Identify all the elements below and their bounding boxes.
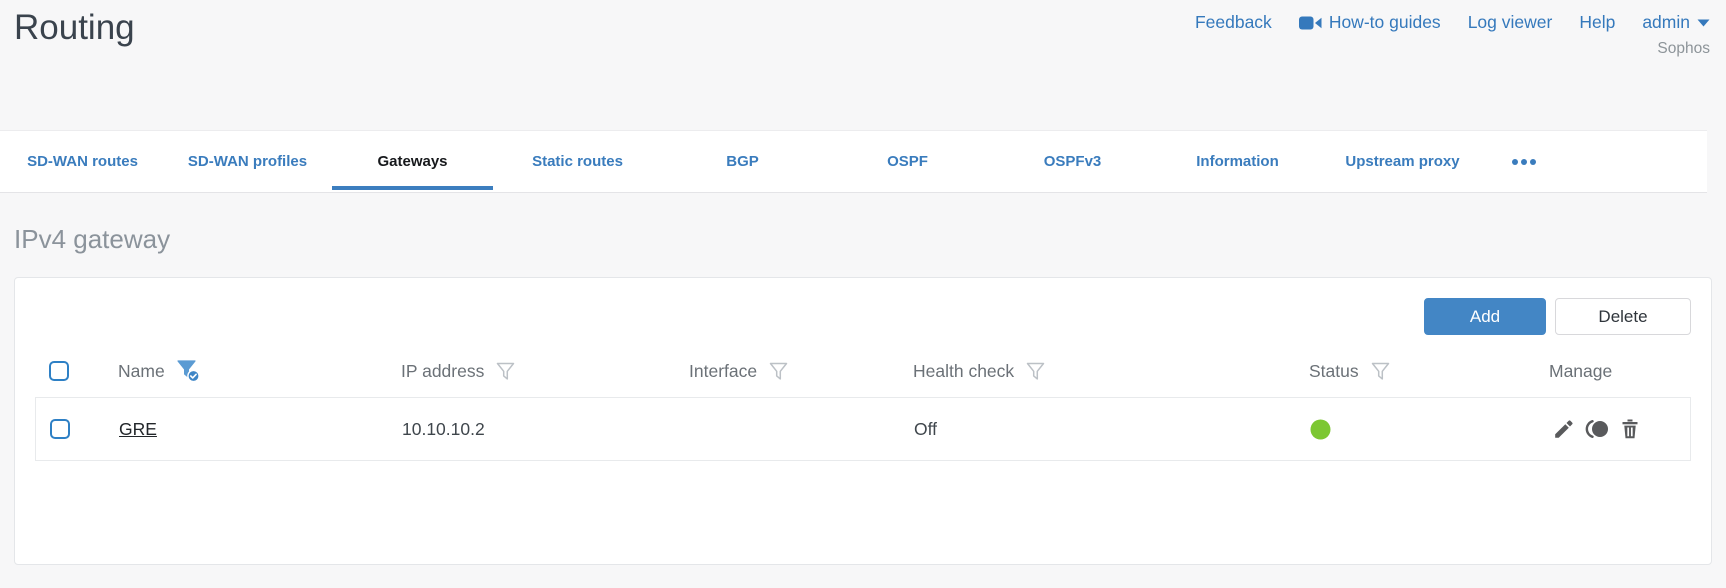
column-header-status: Status: [1299, 361, 1539, 382]
delete-icon[interactable]: [1616, 416, 1643, 443]
filter-icon[interactable]: [495, 361, 516, 382]
tab-gateways[interactable]: Gateways: [330, 131, 495, 192]
tab-bar: SD-WAN routes SD-WAN profiles Gateways S…: [0, 130, 1707, 193]
table-header-row: Name IP address Interface Health check S…: [35, 345, 1691, 397]
row-checkbox[interactable]: [50, 419, 70, 439]
tab-bgp[interactable]: BGP: [660, 131, 825, 192]
edit-icon[interactable]: [1550, 416, 1577, 443]
admin-label: admin: [1642, 12, 1690, 32]
toolbar: Add Delete: [15, 278, 1711, 335]
table-row: GRE 10.10.10.2 Off: [36, 398, 1690, 460]
brand-label: Sophos: [1657, 40, 1710, 57]
caret-down-icon: [1697, 19, 1710, 27]
how-to-guides-label: How-to guides: [1328, 12, 1441, 32]
feedback-link[interactable]: Feedback: [1195, 12, 1272, 33]
log-viewer-label: Log viewer: [1467, 12, 1553, 32]
tab-sd-wan-profiles[interactable]: SD-WAN profiles: [165, 131, 330, 192]
column-header-ip-address: IP address: [391, 361, 679, 382]
filter-active-icon[interactable]: [176, 359, 202, 383]
gateway-name-link[interactable]: GRE: [119, 419, 157, 439]
clone-icon[interactable]: [1583, 416, 1610, 443]
tab-ospfv3[interactable]: OSPFv3: [990, 131, 1155, 192]
add-button[interactable]: Add: [1424, 298, 1546, 335]
tab-static-routes[interactable]: Static routes: [495, 131, 660, 192]
column-header-health-check: Health check: [903, 361, 1299, 382]
filter-icon[interactable]: [1370, 361, 1391, 382]
column-header-name: Name: [108, 359, 391, 383]
help-link[interactable]: Help: [1579, 12, 1615, 33]
tab-ospf[interactable]: OSPF: [825, 131, 990, 192]
admin-menu[interactable]: admin: [1642, 12, 1710, 33]
table-body: GRE 10.10.10.2 Off: [35, 397, 1691, 461]
column-header-interface: Interface: [679, 361, 903, 382]
gateway-panel: Add Delete Name IP address Interface Hea…: [14, 277, 1712, 565]
tab-information[interactable]: Information: [1155, 131, 1320, 192]
column-header-manage: Manage: [1549, 360, 1613, 381]
top-header: Routing Feedback How-to guides Log viewe…: [0, 0, 1726, 130]
page-title: Routing: [14, 8, 135, 47]
log-viewer-link[interactable]: Log viewer: [1468, 12, 1553, 33]
how-to-guides-link[interactable]: How-to guides: [1298, 12, 1441, 33]
select-all-checkbox[interactable]: [49, 361, 69, 381]
ellipsis-icon: [1511, 158, 1537, 166]
manage-actions: [1540, 416, 1690, 443]
section-title: IPv4 gateway: [14, 224, 171, 254]
video-camera-icon: [1298, 15, 1322, 31]
filter-icon[interactable]: [768, 361, 789, 382]
more-tabs-button[interactable]: [1485, 131, 1563, 192]
feedback-link-label: Feedback: [1194, 12, 1272, 32]
filter-icon[interactable]: [1025, 361, 1046, 382]
header-links: Feedback How-to guides Log viewer Help a…: [1195, 12, 1710, 33]
gateway-health-check: Off: [914, 418, 938, 439]
status-dot: [1310, 419, 1331, 440]
help-label: Help: [1579, 12, 1616, 32]
gateway-table: Name IP address Interface Health check S…: [15, 345, 1711, 461]
tab-sd-wan-routes[interactable]: SD-WAN routes: [0, 131, 165, 192]
gateway-ip-address: 10.10.10.2: [402, 418, 485, 439]
header-right: Feedback How-to guides Log viewer Help a…: [1195, 8, 1710, 58]
delete-button[interactable]: Delete: [1555, 298, 1691, 335]
tab-upstream-proxy[interactable]: Upstream proxy: [1320, 131, 1485, 192]
